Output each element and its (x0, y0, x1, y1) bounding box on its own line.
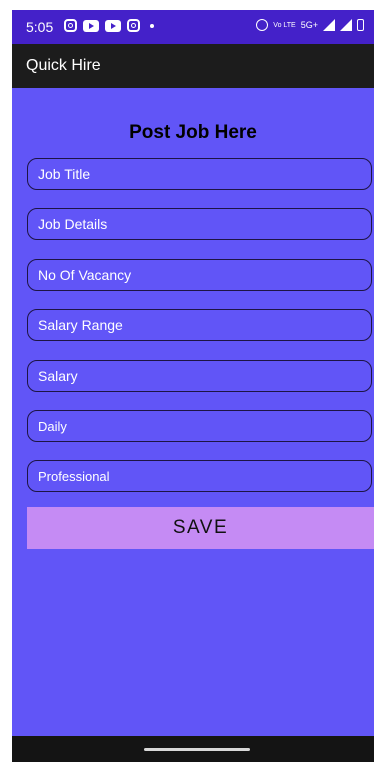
navigation-bar (12, 736, 374, 762)
salary-range-input[interactable]: Salary Range (27, 309, 372, 341)
status-bar: 5:05 Vo LTE 5G+ (12, 10, 374, 44)
status-time: 5:05 (26, 19, 54, 35)
save-button[interactable]: SAVE (27, 507, 374, 549)
vacancy-input[interactable]: No Of Vacancy (27, 259, 372, 291)
page-title: Post Job Here (129, 122, 257, 143)
more-notifications-dot-icon (150, 23, 154, 28)
app-bar: Quick Hire (12, 44, 374, 88)
youtube-icon (105, 19, 121, 32)
network-type: 5G+ (300, 20, 318, 30)
system-icons: Vo LTE 5G+ (256, 19, 364, 31)
home-indicator[interactable] (144, 748, 250, 751)
job-type-dropdown[interactable]: Professional (27, 460, 372, 492)
job-title-input[interactable]: Job Title (27, 158, 372, 190)
signal-icon-secondary (340, 19, 352, 31)
phone-screen: 5:05 Vo LTE 5G+ Quick Hire Post Job Here… (12, 10, 374, 762)
alarm-icon (256, 19, 269, 31)
salary-input[interactable]: Salary (27, 360, 372, 392)
notification-icons (64, 19, 154, 32)
youtube-icon (83, 19, 99, 32)
signal-icon (323, 19, 335, 31)
instagram-icon (127, 19, 140, 32)
job-details-input[interactable]: Job Details (27, 208, 372, 240)
app-title: Quick Hire (26, 57, 101, 74)
pay-frequency-dropdown[interactable]: Daily (27, 410, 372, 442)
lte-indicator: Vo LTE (273, 21, 296, 29)
battery-icon (357, 19, 364, 31)
instagram-icon (64, 19, 77, 32)
